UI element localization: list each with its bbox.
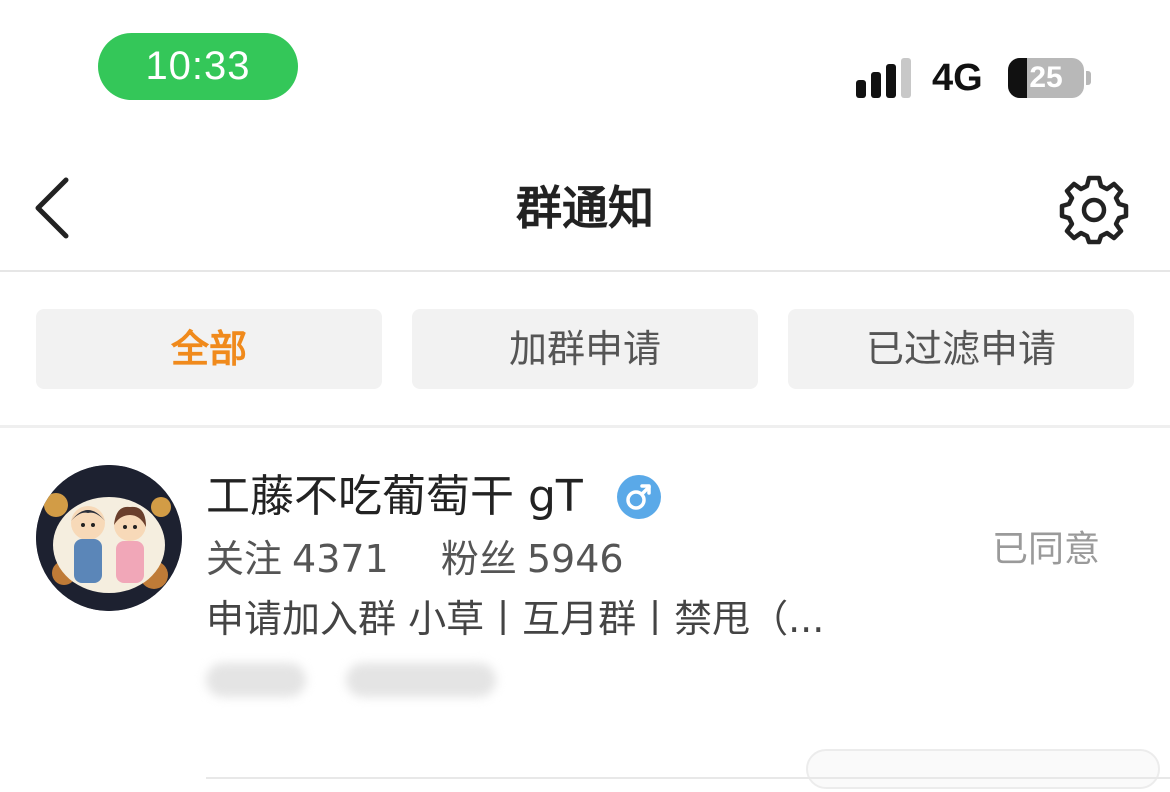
blurred-info bbox=[206, 657, 506, 703]
avatar[interactable] bbox=[36, 465, 182, 611]
followers-label: 粉丝 bbox=[440, 537, 517, 581]
filter-tabs: 全部 加群申请 已过滤申请 bbox=[0, 274, 1170, 428]
battery-tip bbox=[1086, 71, 1091, 85]
chevron-left-icon bbox=[35, 177, 69, 239]
page-title: 群通知 bbox=[516, 181, 654, 235]
status-bar: 10:33 4G 25 bbox=[0, 0, 1170, 130]
following-stat: 关注 4371 bbox=[206, 537, 409, 581]
request-message: 申请加入群 小草丨互月群丨禁甩（... bbox=[206, 597, 825, 641]
settings-button[interactable] bbox=[1058, 174, 1130, 246]
gear-icon bbox=[1059, 175, 1129, 245]
signal-icon bbox=[856, 58, 914, 98]
following-count: 4371 bbox=[292, 537, 389, 581]
tab-all[interactable]: 全部 bbox=[36, 309, 382, 389]
tab-filtered-requests[interactable]: 已过滤申请 bbox=[788, 309, 1134, 389]
back-button[interactable] bbox=[28, 176, 84, 240]
network-type: 4G bbox=[932, 57, 983, 99]
followers-stat: 粉丝 5946 bbox=[441, 537, 644, 581]
male-icon bbox=[617, 475, 661, 519]
battery-level: 25 bbox=[1029, 61, 1063, 94]
tab-join-requests[interactable]: 加群申请 bbox=[412, 309, 758, 389]
battery-icon: 25 bbox=[1008, 58, 1084, 98]
following-label: 关注 bbox=[206, 537, 283, 581]
notification-item[interactable]: 工藤不吃葡萄干 gT 关注 4371 粉丝 5946 申请加入群 小草丨互月群丨禁甩… bbox=[0, 431, 1170, 792]
watermark-overlay bbox=[806, 749, 1160, 789]
status-badge: 已同意 bbox=[992, 529, 1101, 570]
username[interactable]: 工藤不吃葡萄干 gT bbox=[206, 469, 583, 525]
row-divider bbox=[206, 777, 1170, 779]
status-time: 10:33 bbox=[98, 33, 298, 100]
avatar-illustration bbox=[36, 465, 182, 611]
user-stats: 关注 4371 粉丝 5946 bbox=[206, 531, 664, 587]
followers-count: 5946 bbox=[526, 537, 624, 581]
nav-bar: 群通知 bbox=[0, 150, 1170, 272]
